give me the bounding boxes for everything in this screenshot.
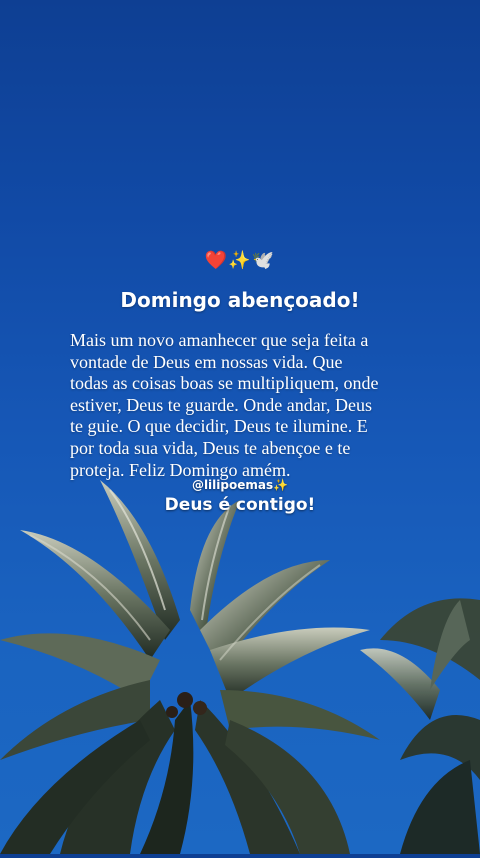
- handle-text: @lilipoemas: [191, 478, 274, 492]
- emoji-row: ❤️✨🕊️: [0, 250, 480, 271]
- body-line: te guie. O que decidir, Deus te ilumine.…: [70, 416, 368, 437]
- main-palm: [0, 480, 380, 854]
- body-line: vontade de Deus em nossas vida. Que: [70, 351, 343, 372]
- sparkle-icon: ✨: [273, 478, 289, 492]
- body-line: Mais um novo amanhecer que seja feita a: [70, 330, 369, 350]
- body-line: todas as coisas boas se multipliquem, on…: [70, 373, 379, 394]
- heart-icon: ❤️: [204, 250, 229, 271]
- sparkles-icon: ✨: [228, 250, 252, 271]
- body-line: estiver, Deus te guarde. Onde andar, Deu…: [70, 394, 372, 415]
- post-title: Domingo abençoado!: [120, 288, 360, 312]
- post-body: Mais um novo amanhecer que seja feita a …: [70, 330, 415, 481]
- body-line: por toda sua vida, Deus te abençoe e te: [70, 437, 351, 458]
- closing-line: Deus é contigo!: [164, 495, 316, 515]
- right-palm: [360, 598, 480, 854]
- dove-icon: 🕊️: [251, 250, 276, 271]
- author-handle: @lilipoemas✨: [0, 478, 480, 492]
